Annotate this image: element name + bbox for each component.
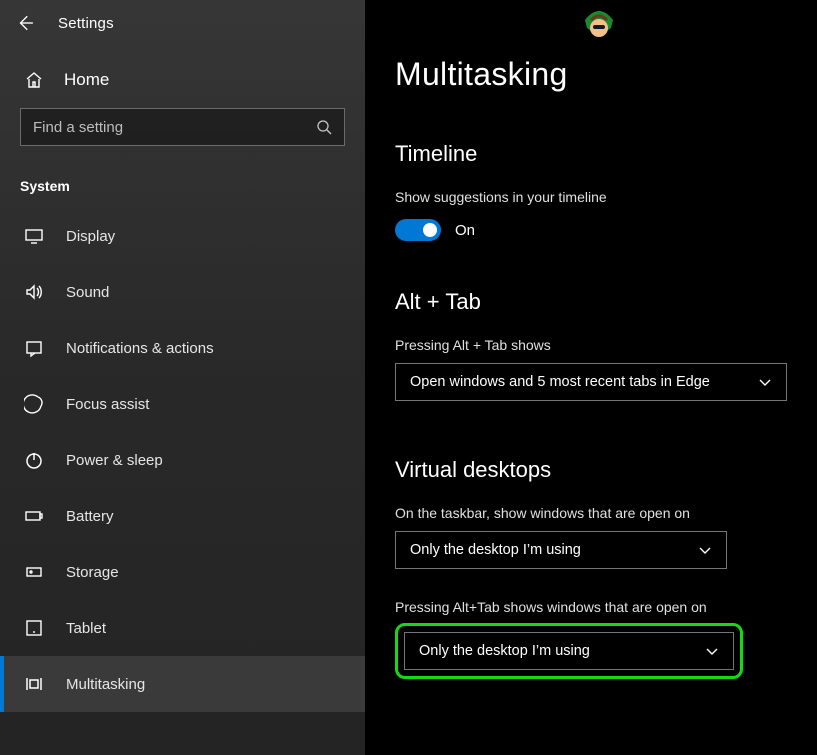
back-icon[interactable]: [16, 14, 34, 32]
chevron-down-icon: [758, 375, 772, 389]
timeline-toggle[interactable]: [395, 219, 441, 241]
vdesk-alttab-dropdown[interactable]: Only the desktop I’m using: [404, 632, 734, 670]
battery-icon: [24, 506, 44, 526]
watermark-icon: [581, 6, 617, 46]
home-icon: [24, 70, 44, 90]
section-alttab-heading: Alt + Tab: [395, 289, 787, 315]
search-icon: [316, 119, 332, 135]
vdesk-q2: Pressing Alt+Tab shows windows that are …: [395, 599, 787, 615]
sidebar-item-display[interactable]: Display: [0, 208, 365, 264]
chevron-down-icon: [705, 644, 719, 658]
power-icon: [24, 450, 44, 470]
sidebar-item-storage[interactable]: Storage: [0, 544, 365, 600]
display-icon: [24, 226, 44, 246]
chevron-down-icon: [698, 543, 712, 557]
tablet-icon: [24, 618, 44, 638]
sidebar-item-battery[interactable]: Battery: [0, 488, 365, 544]
home-label: Home: [64, 70, 109, 90]
vdesk-q1: On the taskbar, show windows that are op…: [395, 505, 787, 521]
sidebar-item-sound[interactable]: Sound: [0, 264, 365, 320]
sidebar-item-label: Tablet: [66, 620, 106, 637]
sidebar-item-label: Display: [66, 228, 115, 245]
nav-group-label: System: [0, 146, 365, 208]
vdesk-alttab-dropdown-value: Only the desktop I’m using: [419, 643, 590, 659]
multitasking-icon: [24, 674, 44, 694]
sidebar-item-label: Multitasking: [66, 676, 145, 693]
window-title: Settings: [58, 15, 114, 32]
main-content: Multitasking Timeline Show suggestions i…: [365, 0, 817, 755]
sidebar-item-multitasking[interactable]: Multitasking: [0, 656, 365, 712]
timeline-toggle-label: On: [455, 222, 475, 239]
vdesk-taskbar-dropdown-value: Only the desktop I’m using: [410, 542, 581, 558]
sidebar-item-label: Sound: [66, 284, 109, 301]
sidebar-item-power-sleep[interactable]: Power & sleep: [0, 432, 365, 488]
sidebar-item-label: Notifications & actions: [66, 340, 214, 357]
nav-list: Display Sound Notifications & actions: [0, 208, 365, 712]
home-button[interactable]: Home: [0, 46, 365, 108]
section-timeline-heading: Timeline: [395, 141, 787, 167]
storage-icon: [24, 562, 44, 582]
sidebar-item-label: Focus assist: [66, 396, 149, 413]
search-input[interactable]: [33, 119, 316, 136]
vdesk-taskbar-dropdown[interactable]: Only the desktop I’m using: [395, 531, 727, 569]
sidebar-item-tablet[interactable]: Tablet: [0, 600, 365, 656]
highlight-box: Only the desktop I’m using: [395, 623, 743, 679]
alttab-dropdown[interactable]: Open windows and 5 most recent tabs in E…: [395, 363, 787, 401]
sidebar-item-focus-assist[interactable]: Focus assist: [0, 376, 365, 432]
sound-icon: [24, 282, 44, 302]
section-vdesk-heading: Virtual desktops: [395, 457, 787, 483]
sidebar-item-label: Storage: [66, 564, 119, 581]
sidebar: Settings Home System: [0, 0, 365, 755]
sidebar-item-notifications[interactable]: Notifications & actions: [0, 320, 365, 376]
notifications-icon: [24, 338, 44, 358]
sidebar-item-label: Battery: [66, 508, 114, 525]
focus-assist-icon: [24, 394, 44, 414]
timeline-desc: Show suggestions in your timeline: [395, 189, 787, 205]
sidebar-item-label: Power & sleep: [66, 452, 163, 469]
search-box[interactable]: [20, 108, 345, 146]
alttab-dropdown-value: Open windows and 5 most recent tabs in E…: [410, 374, 710, 390]
alttab-desc: Pressing Alt + Tab shows: [395, 337, 787, 353]
